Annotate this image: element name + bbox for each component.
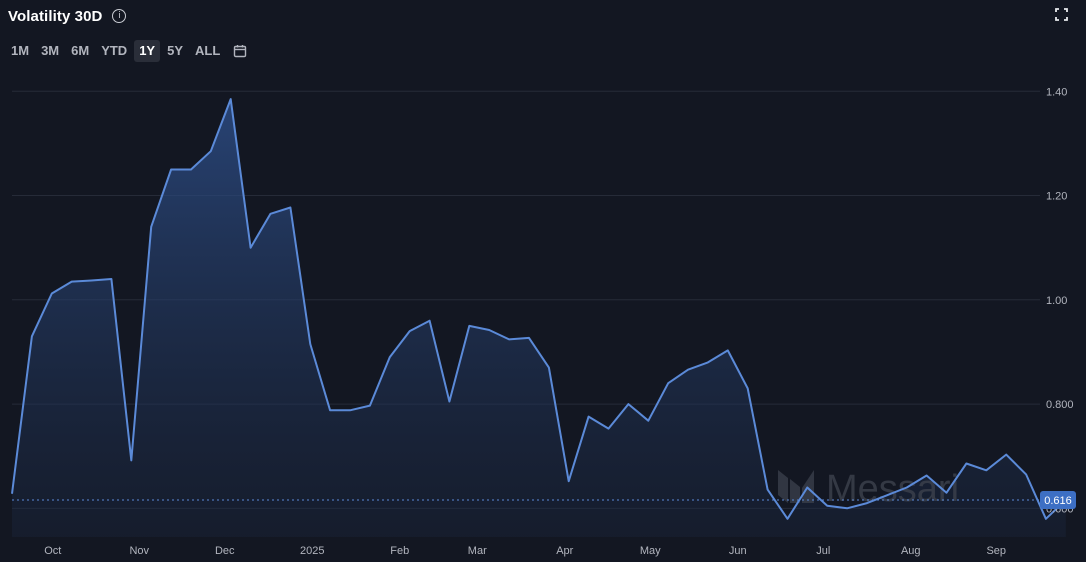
x-tick-label: 2025 [300,545,324,557]
x-tick-label: Sep [986,545,1006,557]
x-tick-label: Jun [729,545,747,557]
x-tick-label: Apr [556,545,573,557]
watermark-text: Messari [826,468,959,510]
volatility-chart[interactable]: Messari 1.401.201.000.8000.600 Oct Nov Dec… [0,0,1086,562]
x-tick-label: Dec [215,545,235,557]
y-tick-label: 1.40 [1046,86,1067,98]
x-tick-label: Feb [390,545,409,557]
messari-logo-icon [778,470,814,503]
x-tick-label: May [640,545,661,557]
x-tick-label: Nov [129,545,149,557]
y-tick-label: 1.00 [1046,295,1067,307]
x-tick-label: Jul [816,545,830,557]
y-tick-label: 1.20 [1046,191,1067,203]
x-tick-label: Mar [468,545,487,557]
current-value-badge: 0.616 [1040,490,1076,509]
x-tick-label: Aug [901,545,921,557]
x-tick-label: Oct [44,545,61,557]
current-value-label: 0.616 [1044,495,1072,507]
y-tick-label: 0.800 [1046,399,1074,411]
